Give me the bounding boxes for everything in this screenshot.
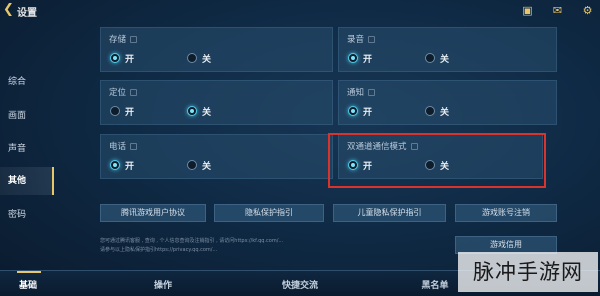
privacy-guide-button[interactable]: 隐私保护指引 [214, 204, 324, 222]
location-panel: 定位 开 关 [100, 80, 333, 125]
sidebar-item-label: 画面 [8, 111, 27, 121]
user-agreement-button[interactable]: 腾讯游戏用户协议 [100, 204, 206, 222]
mail-icon[interactable]: ✉ [551, 4, 564, 17]
tab-quick-chat[interactable]: 快捷交流 [270, 271, 330, 296]
account-deletion-button[interactable]: 游戏账号注销 [455, 204, 557, 222]
panel-title: 存储 [109, 33, 138, 45]
sidebar-item-graphics[interactable]: 画面 [0, 104, 54, 128]
sidebar-item-other[interactable]: 其他 [0, 167, 54, 195]
page-title: 设置 [17, 8, 37, 19]
location-on-option[interactable]: 开 [110, 105, 134, 118]
sidebar-item-label: 综合 [8, 77, 27, 87]
notification-panel: 通知 开 关 [338, 80, 557, 125]
calendar-check-icon[interactable]: ▣ [521, 4, 534, 17]
panel-title: 录音 [347, 33, 376, 45]
sidebar-item-label: 其他 [8, 176, 27, 186]
storage-panel: 存储 开 关 [100, 27, 333, 72]
gear-icon[interactable]: ⚙ [581, 4, 594, 17]
notification-on-option[interactable]: 开 [348, 105, 372, 118]
notification-off-option[interactable]: 关 [425, 105, 449, 118]
privacy-note: 请参与以上隐私保护指引https://privacy.qq.com/... [100, 247, 218, 253]
info-icon[interactable] [130, 36, 138, 43]
radio-icon[interactable] [187, 160, 197, 170]
info-icon[interactable] [368, 89, 376, 96]
settings-screen: ❮ 设置 ▣ ✉ ⚙ 综合 画面 声音 其他 密码 存储 开 关 录音 开 关 … [0, 0, 600, 296]
phone-off-option[interactable]: 关 [187, 159, 211, 172]
info-icon[interactable] [368, 36, 376, 43]
top-bar: ❮ 设置 ▣ ✉ ⚙ [0, 0, 600, 22]
panel-title: 通知 [347, 86, 376, 98]
radio-icon[interactable] [187, 106, 197, 116]
radio-icon[interactable] [425, 106, 435, 116]
radio-icon[interactable] [110, 160, 120, 170]
storage-on-option[interactable]: 开 [110, 52, 134, 65]
chevron-left-icon[interactable]: ❮ [3, 3, 17, 17]
sidebar-item-label: 声音 [8, 144, 27, 154]
radio-icon[interactable] [348, 53, 358, 63]
location-off-option[interactable]: 关 [187, 105, 211, 118]
recording-panel: 录音 开 关 [338, 27, 557, 72]
sidebar-item-sound[interactable]: 声音 [0, 137, 54, 161]
tab-controls[interactable]: 操作 [145, 271, 181, 296]
phone-panel: 电话 开 关 [100, 134, 333, 179]
tab-blacklist[interactable]: 黑名单 [410, 271, 460, 296]
panel-title: 电话 [109, 140, 138, 152]
radio-icon[interactable] [110, 53, 120, 63]
recording-off-option[interactable]: 关 [425, 52, 449, 65]
storage-off-option[interactable]: 关 [187, 52, 211, 65]
watermark-logo: 脉冲手游网 [458, 252, 598, 292]
highlight-box [328, 133, 546, 188]
radio-icon[interactable] [110, 106, 120, 116]
phone-on-option[interactable]: 开 [110, 159, 134, 172]
sidebar-item-general[interactable]: 综合 [0, 70, 54, 94]
radio-icon[interactable] [348, 106, 358, 116]
radio-icon[interactable] [425, 53, 435, 63]
panel-title: 定位 [109, 86, 138, 98]
info-icon[interactable] [130, 89, 138, 96]
recording-on-option[interactable]: 开 [348, 52, 372, 65]
sidebar-item-label: 密码 [8, 210, 27, 220]
info-icon[interactable] [130, 143, 138, 150]
child-privacy-button[interactable]: 儿童隐私保护指引 [333, 204, 446, 222]
privacy-note: 您可通过腾讯客服 , 查询 , 个人信息查询及注销指引 , 请访问https:/… [100, 238, 284, 244]
tab-basic[interactable]: 基础 [10, 271, 46, 296]
radio-icon[interactable] [187, 53, 197, 63]
sidebar-item-password[interactable]: 密码 [0, 203, 54, 227]
